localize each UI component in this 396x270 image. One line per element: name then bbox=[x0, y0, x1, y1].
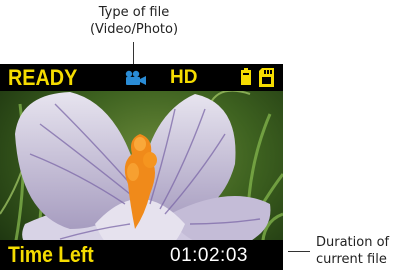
hd-quality-label: HD bbox=[170, 67, 198, 88]
sd-card-icon bbox=[259, 68, 274, 87]
status-ready-label: READY bbox=[8, 65, 78, 90]
duration-callout-line1: Duration of bbox=[316, 235, 390, 250]
file-duration-readout: 01:02:03 bbox=[170, 245, 248, 266]
info-bar: Time Left 01:02:03 bbox=[0, 240, 283, 270]
camera-preview-screen: READY HD Time Left 01:02:03 bbox=[0, 64, 283, 270]
status-bar: READY HD bbox=[0, 64, 283, 91]
file-type-leader-line bbox=[133, 42, 134, 64]
file-type-callout-line2: (Video/Photo) bbox=[89, 22, 179, 37]
file-type-callout: Type of file (Video/Photo) bbox=[74, 4, 194, 38]
duration-leader-line bbox=[288, 251, 310, 252]
battery-icon bbox=[241, 68, 251, 85]
time-left-label: Time Left bbox=[8, 242, 94, 267]
duration-callout: Duration of current file bbox=[316, 234, 396, 268]
duration-callout-line2: current file bbox=[316, 252, 387, 267]
video-camera-icon bbox=[125, 70, 146, 85]
file-type-callout-line1: Type of file bbox=[98, 5, 170, 20]
